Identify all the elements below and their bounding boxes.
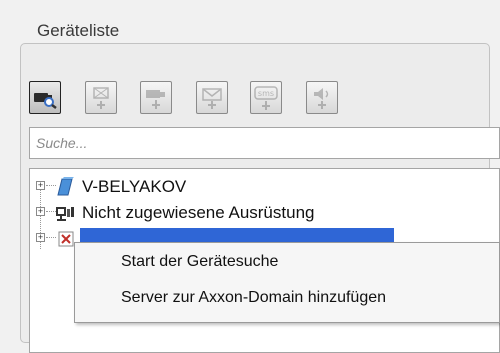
tree-item-domain[interactable]: + V-BELYAKOV bbox=[30, 175, 490, 199]
server-error-icon bbox=[58, 231, 74, 247]
add-email-button[interactable] bbox=[196, 81, 228, 114]
expand-toggle[interactable]: + bbox=[36, 181, 45, 190]
menu-item-add-server-to-domain[interactable]: Server zur Axxon-Domain hinzufügen bbox=[121, 289, 386, 307]
expand-toggle[interactable]: + bbox=[36, 233, 45, 242]
camera-search-icon bbox=[34, 92, 57, 109]
tree-item-label: V-BELYAKOV bbox=[82, 177, 187, 196]
svg-text:sms: sms bbox=[258, 89, 274, 98]
tree-item-unassigned-equipment[interactable]: + Nicht zugewiesene Ausrüstung bbox=[30, 201, 490, 225]
group-title: Geräteliste bbox=[30, 21, 127, 41]
add-speaker-icon bbox=[314, 87, 329, 109]
add-email-icon bbox=[202, 87, 222, 109]
expand-toggle[interactable]: + bbox=[36, 207, 45, 216]
menu-item-start-device-search[interactable]: Start der Gerätesuche bbox=[121, 253, 278, 271]
add-speaker-button[interactable] bbox=[306, 81, 338, 114]
add-monitor-icon bbox=[93, 86, 109, 109]
add-sms-button[interactable]: sms bbox=[250, 81, 282, 114]
add-camera-icon bbox=[146, 89, 165, 109]
search-input[interactable] bbox=[29, 127, 500, 159]
add-camera-button[interactable] bbox=[140, 81, 172, 114]
network-equipment-icon bbox=[56, 207, 74, 221]
domain-icon bbox=[57, 177, 74, 196]
add-monitor-button[interactable] bbox=[85, 81, 117, 114]
add-sms-icon: sms bbox=[254, 85, 278, 110]
camera-search-button[interactable] bbox=[29, 81, 61, 114]
tree-item-label: Nicht zugewiesene Ausrüstung bbox=[82, 203, 315, 222]
context-menu: Start der Gerätesuche Server zur Axxon-D… bbox=[74, 242, 500, 323]
